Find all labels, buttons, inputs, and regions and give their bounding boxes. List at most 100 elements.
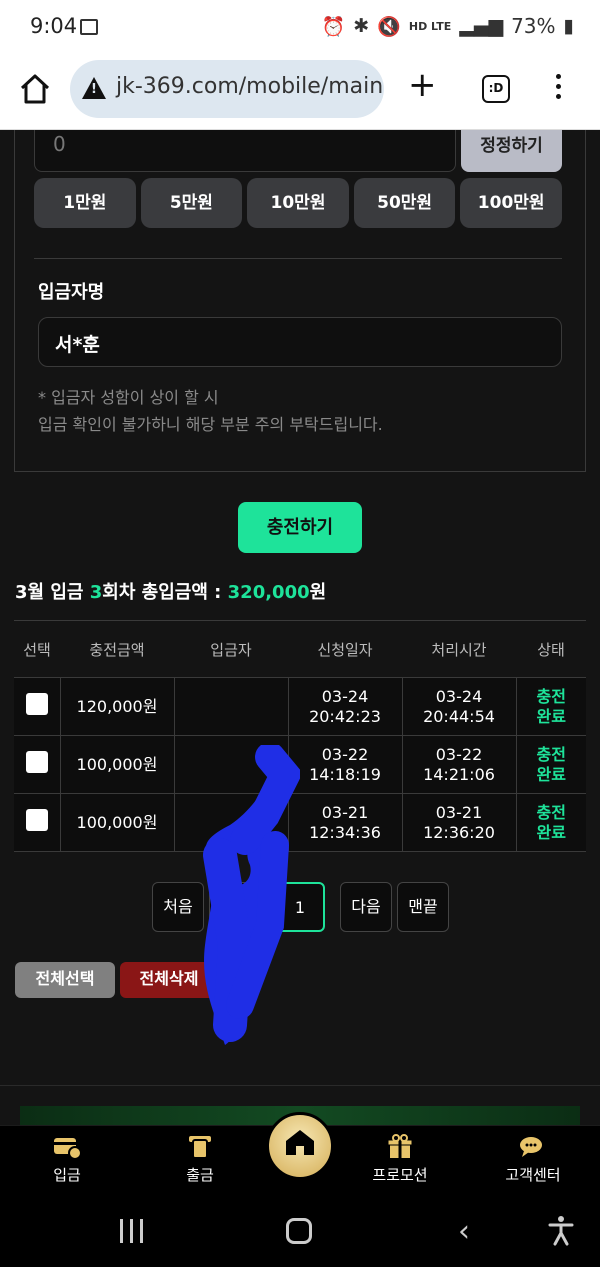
- nav-promotion[interactable]: 프로모션: [360, 1134, 440, 1185]
- process-time-cell: 03-21 12:36:20: [401, 793, 517, 852]
- mute-icon: 🔇: [377, 15, 401, 38]
- request-date: 03-22: [321, 744, 369, 764]
- request-time: 14:18:19: [309, 764, 381, 784]
- process-time-cell: 03-22 14:21:06: [401, 735, 517, 794]
- status-line1: 충전: [536, 744, 566, 764]
- reset-amount-button[interactable]: 정정하기: [461, 130, 562, 172]
- request-date-cell: 03-22 14:18:19: [287, 735, 403, 794]
- nav-support[interactable]: 고객센터: [493, 1134, 573, 1185]
- select-all-button[interactable]: 전체선택: [15, 962, 115, 998]
- quick-amount-10k[interactable]: 1만원: [34, 178, 136, 228]
- depositor-cell: [173, 677, 289, 736]
- col-request-date: 신청일자: [288, 620, 402, 678]
- row-checkbox[interactable]: [25, 809, 48, 831]
- amount-cell: 120,000원: [59, 677, 175, 736]
- browser-toolbar: jk-369.com/mobile/main + :D: [0, 56, 600, 130]
- chat-icon: [520, 1137, 542, 1157]
- network-label: HD LTE: [408, 19, 452, 33]
- nav-home[interactable]: [266, 1112, 334, 1180]
- process-time-cell: 03-24 20:44:54: [401, 677, 517, 736]
- table-row: 120,000원 03-24 20:42:23 03-24 20:44:54 충전 완…: [14, 677, 586, 736]
- amount-cell: 100,000원: [59, 735, 175, 794]
- next-page-button[interactable]: 다음: [340, 882, 392, 932]
- warning-icon[interactable]: [82, 77, 106, 99]
- system-nav-bar: ‹: [0, 1197, 600, 1267]
- url-text[interactable]: jk-369.com/mobile/main: [116, 74, 383, 99]
- process-date: 03-24: [435, 686, 483, 706]
- divider: [34, 258, 562, 259]
- notice-text: * 입금자 성함이 상이 할 시: [38, 388, 219, 407]
- summary-count: 3: [89, 582, 103, 603]
- table-row: 100,000원 03-21 12:34:36 03-21 12:36:20 충전 완…: [14, 793, 586, 852]
- status-line2: 완료: [536, 706, 566, 726]
- gift-icon: [387, 1134, 413, 1158]
- row-checkbox[interactable]: [25, 751, 48, 773]
- depositor-name-field[interactable]: 서*훈: [38, 317, 562, 367]
- status-time: 9:04: [30, 14, 78, 38]
- col-amount: 충전금액: [60, 620, 174, 678]
- depositor-label: 입금자명: [38, 282, 105, 303]
- footer-divider: [0, 1085, 600, 1086]
- status-line1: 충전: [536, 686, 566, 706]
- nav-support-label: 고객센터: [505, 1166, 561, 1184]
- row-checkbox[interactable]: [25, 693, 48, 715]
- quick-amount-buttons: 1만원 5만원 10만원 50만원 100만원: [34, 178, 562, 228]
- battery-icon: ▮: [563, 15, 574, 37]
- summary-middle: 회차 총입금액 :: [102, 582, 228, 603]
- alarm-icon: ⏰: [321, 15, 346, 38]
- summary-total: 320,000: [227, 582, 310, 603]
- bottom-nav: 입금 출금 홈 프로모션 고객센터: [0, 1112, 600, 1197]
- amount-input[interactable]: 0: [34, 130, 456, 172]
- status-line2: 완료: [536, 822, 566, 842]
- charge-button[interactable]: 충전하기: [238, 502, 362, 553]
- back-icon[interactable]: ‹: [458, 1214, 470, 1249]
- summary-prefix: 3월 입금: [15, 582, 90, 603]
- last-page-button[interactable]: 맨끝: [397, 882, 449, 932]
- nav-withdraw-label: 출금: [186, 1166, 214, 1184]
- nav-deposit[interactable]: 입금: [27, 1134, 107, 1185]
- gallery-icon: [80, 19, 98, 35]
- process-date: 03-22: [435, 744, 483, 764]
- col-process-time: 처리시간: [402, 620, 516, 678]
- home-nav-icon: [286, 1130, 314, 1155]
- status-bar: 9:04 ⏰ ✱ 🔇 HD LTE ▂▄▆ 73% ▮: [0, 0, 600, 56]
- atm-icon: [189, 1136, 211, 1159]
- new-tab-icon[interactable]: +: [408, 68, 437, 102]
- request-time: 12:34:36: [309, 822, 381, 842]
- signal-icon: ▂▄▆: [459, 15, 504, 37]
- more-menu-icon[interactable]: [556, 74, 562, 104]
- status-cell: 충전 완료: [515, 677, 586, 736]
- quick-amount-500k[interactable]: 50만원: [353, 178, 456, 228]
- request-date: 03-24: [321, 686, 369, 706]
- summary-suffix: 원: [309, 582, 327, 603]
- nav-deposit-label: 입금: [53, 1166, 81, 1184]
- nav-promotion-label: 프로모션: [372, 1166, 428, 1184]
- row-select-cell: [14, 677, 61, 736]
- amount-cell: 100,000원: [59, 793, 175, 852]
- deposit-summary: 3월 입금 3회차 총입금액 : 320,000원: [15, 578, 326, 604]
- request-date-cell: 03-24 20:42:23: [287, 677, 403, 736]
- row-select-cell: [14, 735, 61, 794]
- recent-apps-icon[interactable]: [120, 1219, 143, 1243]
- nav-withdraw[interactable]: 출금: [160, 1134, 240, 1185]
- quick-amount-50k[interactable]: 5만원: [140, 178, 243, 228]
- notice-text-2: 입금 확인이 불가하니 해당 부분 주의 부탁드립니다.: [38, 415, 383, 434]
- accessibility-icon[interactable]: [548, 1214, 574, 1246]
- table-header-row: 선택 충전금액 입금자 신청일자 처리시간 상태: [14, 620, 586, 678]
- request-time: 20:42:23: [309, 706, 381, 726]
- quick-amount-100k[interactable]: 10만원: [247, 178, 349, 228]
- home-icon[interactable]: [18, 72, 52, 106]
- status-cell: 충전 완료: [515, 735, 586, 794]
- address-bar[interactable]: jk-369.com/mobile/main: [70, 60, 384, 118]
- status-cell: 충전 완료: [515, 793, 586, 852]
- system-home-icon[interactable]: [286, 1218, 312, 1244]
- row-select-cell: [14, 793, 61, 852]
- process-time: 12:36:20: [423, 822, 495, 842]
- table-row: 100,000원 03-22 14:18:19 03-22 14:21:06 충전 완…: [14, 735, 586, 794]
- tab-switcher-button[interactable]: :D: [482, 75, 510, 103]
- quick-amount-1m[interactable]: 100만원: [460, 178, 562, 228]
- col-depositor: 입금자: [174, 620, 288, 678]
- deposit-history-table: 선택 충전금액 입금자 신청일자 처리시간 상태 120,000원 03-24 2…: [14, 620, 586, 852]
- status-line2: 완료: [536, 764, 566, 784]
- request-date: 03-21: [321, 802, 369, 822]
